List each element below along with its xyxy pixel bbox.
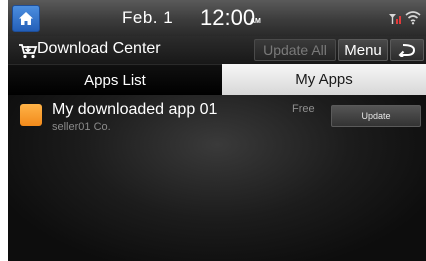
cart-icon <box>19 44 38 59</box>
app-seller: seller01 Co. <box>52 121 111 133</box>
download-center-screen: Feb. 1 12:00 AM Download Center Update A… <box>8 0 426 261</box>
app-icon <box>20 104 42 126</box>
page-title: Download Center <box>37 40 161 57</box>
status-bar: Feb. 1 12:00 AM <box>8 0 426 36</box>
update-all-button[interactable]: Update All <box>254 39 336 61</box>
back-button[interactable] <box>390 39 424 61</box>
signal-icon <box>389 14 401 24</box>
menu-button[interactable]: Menu <box>338 39 388 61</box>
tab-apps-list[interactable]: Apps List <box>8 64 222 95</box>
update-button[interactable]: Update <box>331 105 421 127</box>
status-date: Feb. 1 <box>122 8 174 27</box>
title-bar: Download Center Update All Menu <box>8 36 426 64</box>
list-item[interactable]: My downloaded app 01 seller01 Co. Free U… <box>8 95 426 139</box>
tab-my-apps[interactable]: My Apps <box>222 64 426 95</box>
wifi-icon <box>405 11 421 25</box>
app-list: My downloaded app 01 seller01 Co. Free U… <box>8 95 426 261</box>
status-time: 12:00 <box>200 5 256 30</box>
home-button[interactable] <box>12 5 40 32</box>
app-price: Free <box>292 103 315 115</box>
back-arrow-icon <box>398 44 416 57</box>
home-icon <box>19 12 33 25</box>
status-ampm: AM <box>250 18 261 25</box>
app-name: My downloaded app 01 <box>52 101 218 118</box>
